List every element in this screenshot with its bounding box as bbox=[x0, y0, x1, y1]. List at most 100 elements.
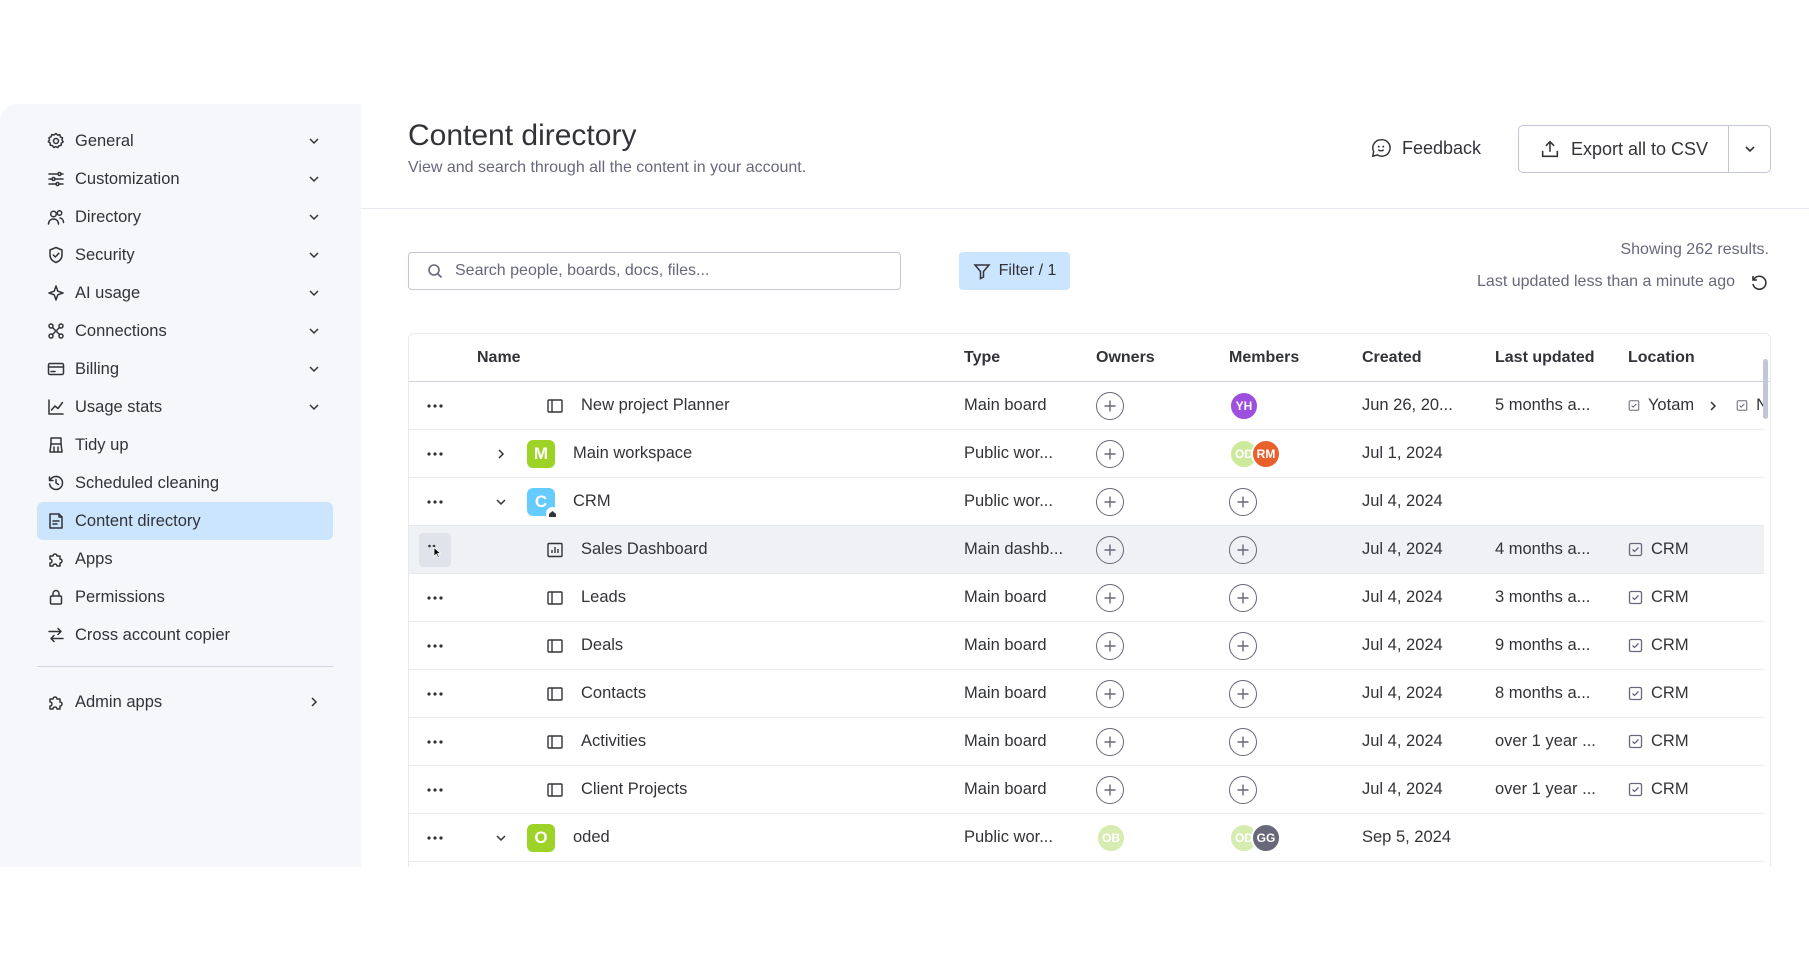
avatar[interactable]: GG bbox=[1251, 822, 1281, 853]
add-person-button[interactable] bbox=[1229, 583, 1257, 612]
refresh-icon[interactable] bbox=[1749, 272, 1769, 292]
table-body: New project Planner Main board YH Jun 26… bbox=[409, 382, 1770, 862]
row-actions-button[interactable] bbox=[419, 478, 451, 525]
sidebar-item-ai-usage[interactable]: AI usage bbox=[37, 274, 333, 312]
item-name[interactable]: Client Projects bbox=[581, 780, 687, 799]
item-name[interactable]: oded bbox=[573, 828, 610, 847]
content-directory-icon-wrap bbox=[47, 512, 65, 530]
expand-toggle[interactable] bbox=[491, 814, 511, 861]
sidebar-item-tidy-up[interactable]: Tidy up bbox=[37, 426, 333, 464]
location-name[interactable]: CRM bbox=[1651, 780, 1689, 799]
item-name[interactable]: Contacts bbox=[581, 684, 646, 703]
table-row[interactable]: Contacts Main board Jul 4, 2024 8 months… bbox=[409, 670, 1764, 718]
row-actions-button[interactable] bbox=[419, 766, 451, 813]
filter-button[interactable]: Filter / 1 bbox=[959, 252, 1070, 290]
row-actions-button[interactable] bbox=[419, 533, 451, 567]
avatar[interactable]: OB bbox=[1096, 822, 1126, 853]
search-input[interactable] bbox=[455, 262, 875, 280]
sidebar-chevron bbox=[307, 362, 321, 376]
item-name[interactable]: Main workspace bbox=[573, 444, 692, 463]
export-options-dropdown[interactable] bbox=[1729, 126, 1770, 172]
add-person-button[interactable] bbox=[1096, 583, 1124, 612]
add-person-button[interactable] bbox=[1096, 727, 1124, 756]
expand-toggle[interactable] bbox=[491, 478, 511, 525]
sidebar-item-permissions[interactable]: Permissions bbox=[37, 578, 333, 616]
table-row[interactable]: O oded Public wor... OB OD GG Sep 5, 2024 bbox=[409, 814, 1764, 862]
add-person-button[interactable] bbox=[1096, 487, 1124, 516]
row-actions-button[interactable] bbox=[419, 430, 451, 477]
location-name[interactable]: CRM bbox=[1651, 636, 1689, 655]
table-scrollbar[interactable] bbox=[1763, 359, 1768, 419]
feedback-button[interactable]: Feedback bbox=[1360, 126, 1491, 170]
sidebar-item-connections[interactable]: Connections bbox=[37, 312, 333, 350]
column-header-owners[interactable]: Owners bbox=[1096, 334, 1196, 381]
avatar[interactable]: RM bbox=[1251, 438, 1281, 469]
sidebar-item-billing[interactable]: Billing bbox=[37, 350, 333, 388]
row-actions-button[interactable] bbox=[419, 670, 451, 717]
table-row[interactable]: New project Planner Main board YH Jun 26… bbox=[409, 382, 1768, 430]
sidebar-item-cross-account-copier[interactable]: Cross account copier bbox=[37, 616, 333, 654]
column-header-created[interactable]: Created bbox=[1362, 334, 1472, 381]
table-row[interactable]: Deals Main board Jul 4, 2024 9 months a.… bbox=[409, 622, 1764, 670]
location-name[interactable]: CRM bbox=[1651, 732, 1689, 751]
add-person-button[interactable] bbox=[1229, 727, 1257, 756]
sidebar-item-usage-stats[interactable]: Usage stats bbox=[37, 388, 333, 426]
type-cell: Main board bbox=[964, 732, 1047, 750]
column-header-name[interactable]: Name bbox=[477, 334, 837, 381]
item-name[interactable]: Deals bbox=[581, 636, 623, 655]
add-person-button[interactable] bbox=[1096, 439, 1124, 468]
sidebar-item-general[interactable]: General bbox=[37, 122, 333, 160]
table-row[interactable]: M Main workspace Public wor... OD RM Jul … bbox=[409, 430, 1764, 478]
sidebar-item-directory[interactable]: Directory bbox=[37, 198, 333, 236]
expand-toggle[interactable] bbox=[491, 430, 511, 477]
avatar[interactable]: YH bbox=[1229, 390, 1259, 421]
add-person-button[interactable] bbox=[1096, 391, 1124, 420]
add-person-button[interactable] bbox=[1096, 535, 1124, 564]
row-actions-button[interactable] bbox=[419, 622, 451, 669]
column-header-type[interactable]: Type bbox=[964, 334, 1064, 381]
export-csv-button[interactable]: Export all to CSV bbox=[1519, 126, 1729, 172]
location-cell: CRM bbox=[1628, 670, 1768, 717]
add-person-button[interactable] bbox=[1096, 775, 1124, 804]
table-row[interactable]: Activities Main board Jul 4, 2024 over 1… bbox=[409, 718, 1764, 766]
table-row[interactable]: Sales Dashboard Main dashb... Jul 4, 202… bbox=[409, 526, 1764, 574]
row-actions-button[interactable] bbox=[419, 574, 451, 621]
add-person-button[interactable] bbox=[1229, 679, 1257, 708]
sidebar-item-admin-apps[interactable]: Admin apps bbox=[37, 683, 333, 721]
location-name[interactable]: CRM bbox=[1651, 588, 1689, 607]
sidebar-item-content-directory[interactable]: Content directory bbox=[37, 502, 333, 540]
row-actions-button[interactable] bbox=[419, 382, 451, 429]
row-actions-button[interactable] bbox=[419, 718, 451, 765]
row-actions-button[interactable] bbox=[419, 814, 451, 861]
table-row[interactable]: Client Projects Main board Jul 4, 2024 o… bbox=[409, 766, 1764, 814]
add-person-button[interactable] bbox=[1229, 535, 1257, 564]
add-person-button[interactable] bbox=[1229, 775, 1257, 804]
puzzle-icon-wrap bbox=[47, 550, 65, 568]
location-name[interactable]: CRM bbox=[1651, 540, 1689, 559]
location-name[interactable]: Yotam bbox=[1648, 396, 1694, 415]
location-name[interactable]: CRM bbox=[1651, 684, 1689, 703]
item-name[interactable]: Leads bbox=[581, 588, 626, 607]
chevron-right-icon bbox=[1710, 400, 1717, 411]
sidebar-item-scheduled-cleaning[interactable]: Scheduled cleaning bbox=[37, 464, 333, 502]
column-header-members[interactable]: Members bbox=[1229, 334, 1339, 381]
column-header-location[interactable]: Location bbox=[1628, 334, 1768, 381]
table-row[interactable]: Leads Main board Jul 4, 2024 3 months a.… bbox=[409, 574, 1764, 622]
table-row[interactable]: C CRM Public wor... Jul 4, 2024 bbox=[409, 478, 1764, 526]
add-person-button[interactable] bbox=[1229, 631, 1257, 660]
item-name[interactable]: Sales Dashboard bbox=[581, 540, 708, 559]
item-name[interactable]: Activities bbox=[581, 732, 646, 751]
column-header-last-updated[interactable]: Last updated bbox=[1495, 334, 1605, 381]
sidebar-item-security[interactable]: Security bbox=[37, 236, 333, 274]
item-name[interactable]: CRM bbox=[573, 492, 611, 511]
members-cell bbox=[1229, 526, 1339, 573]
sidebar-item-customization[interactable]: Customization bbox=[37, 160, 333, 198]
more-options-icon bbox=[427, 787, 443, 792]
add-person-button[interactable] bbox=[1096, 631, 1124, 660]
sidebar-item-apps[interactable]: Apps bbox=[37, 540, 333, 578]
add-person-button[interactable] bbox=[1229, 487, 1257, 516]
search-box[interactable] bbox=[408, 252, 901, 290]
add-person-button[interactable] bbox=[1096, 679, 1124, 708]
item-name[interactable]: New project Planner bbox=[581, 396, 730, 415]
name-cell: O oded bbox=[527, 814, 887, 861]
